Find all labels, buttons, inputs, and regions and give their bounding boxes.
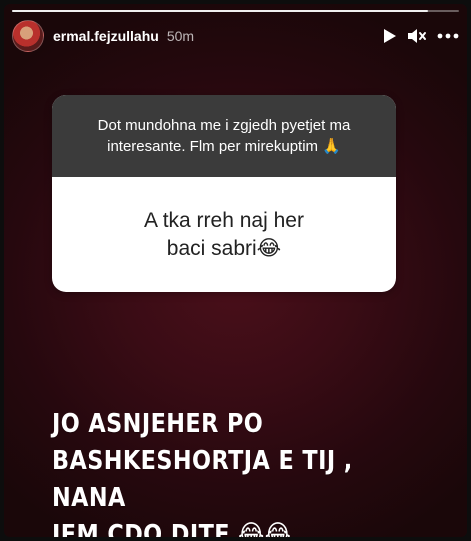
answer-line2: BASHKESHORTJA E TIJ , NANA [52,446,353,513]
story-viewer: ermal.fejzullahu 50m Dot mundohna me i z… [0,0,471,541]
mute-button[interactable] [407,28,427,44]
mute-icon [408,29,426,43]
answer-line1: JO ASNJEHER PO [52,409,264,439]
story-card[interactable]: ermal.fejzullahu 50m Dot mundohna me i z… [4,4,467,537]
question-sticker: Dot mundohna me i zgjedh pyetjet ma inte… [52,95,396,292]
play-button[interactable] [383,28,397,44]
story-header: ermal.fejzullahu 50m [12,18,459,54]
play-icon [384,29,396,43]
avatar[interactable] [12,20,44,52]
username[interactable]: ermal.fejzullahu [53,28,159,44]
more-options-button[interactable] [437,33,459,39]
more-icon [437,33,459,39]
answer-line3: JEM CDO DITE 😂😂 [52,520,292,537]
story-controls [383,28,459,44]
question-text-line2: baci sabri😂 [166,236,282,260]
question-prompt: Dot mundohna me i zgjedh pyetjet ma inte… [52,95,396,177]
question-prompt-line2: interesante. Flm per mirekuptim 🙏 [107,138,341,155]
question-prompt-line1: Dot mundohna me i zgjedh pyetjet ma [97,117,351,134]
story-progress-bar [12,10,459,12]
question-text-line1: A tka rreh naj her [144,208,304,232]
question-text: A tka rreh naj her baci sabri😂 [52,177,396,292]
story-progress-fill [12,10,428,12]
answer-text: JO ASNJEHER PO BASHKESHORTJA E TIJ , NAN… [52,406,396,537]
post-time: 50m [166,28,195,44]
